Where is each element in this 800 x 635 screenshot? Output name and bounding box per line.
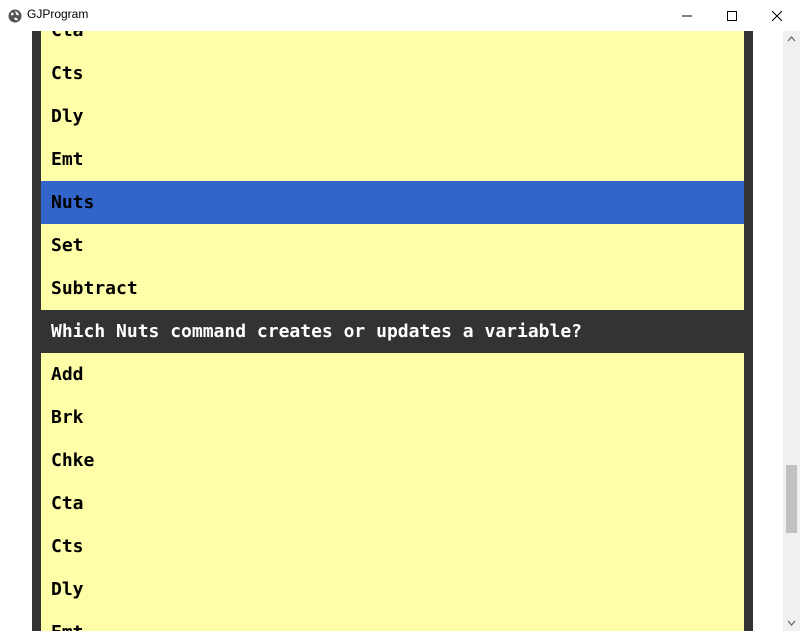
answer-option[interactable]: Emt <box>41 138 744 181</box>
maximize-button[interactable] <box>709 0 755 31</box>
maximize-icon <box>727 6 737 25</box>
answer-option[interactable]: Cts <box>41 525 744 568</box>
client-area: CtaCtsDlyEmtNutsSetSubtractWhich Nuts co… <box>0 31 783 631</box>
answer-option[interactable]: Dly <box>41 95 744 138</box>
answer-option[interactable]: Cts <box>41 52 744 95</box>
globe-icon <box>8 8 22 23</box>
question-text: Which Nuts command creates or updates a … <box>41 310 744 353</box>
answer-option[interactable]: Chke <box>41 439 744 482</box>
answer-option[interactable]: Add <box>41 353 744 396</box>
answer-option-selected[interactable]: Nuts <box>41 181 744 224</box>
answer-option[interactable]: Brk <box>41 396 744 439</box>
scroll-up-icon[interactable] <box>783 31 800 48</box>
scroll-down-icon[interactable] <box>783 614 800 631</box>
close-icon <box>771 6 783 25</box>
quiz-panel: CtaCtsDlyEmtNutsSetSubtractWhich Nuts co… <box>32 31 753 631</box>
scrollbar-thumb[interactable] <box>786 465 797 533</box>
window-title: GJProgram <box>27 7 89 21</box>
answer-option[interactable]: Cta <box>41 482 744 525</box>
answer-option[interactable]: Subtract <box>41 267 744 310</box>
answer-option[interactable]: Emt <box>41 611 744 631</box>
answer-option[interactable]: Cta <box>41 31 744 52</box>
answer-option[interactable]: Dly <box>41 568 744 611</box>
answer-option[interactable]: Set <box>41 224 744 267</box>
minimize-button[interactable] <box>664 0 710 31</box>
close-button[interactable] <box>754 0 800 31</box>
vertical-scrollbar[interactable] <box>783 31 800 631</box>
answer-list: CtaCtsDlyEmtNutsSetSubtractWhich Nuts co… <box>41 31 744 631</box>
minimize-icon <box>682 6 692 25</box>
title-bar: GJProgram <box>0 0 800 31</box>
